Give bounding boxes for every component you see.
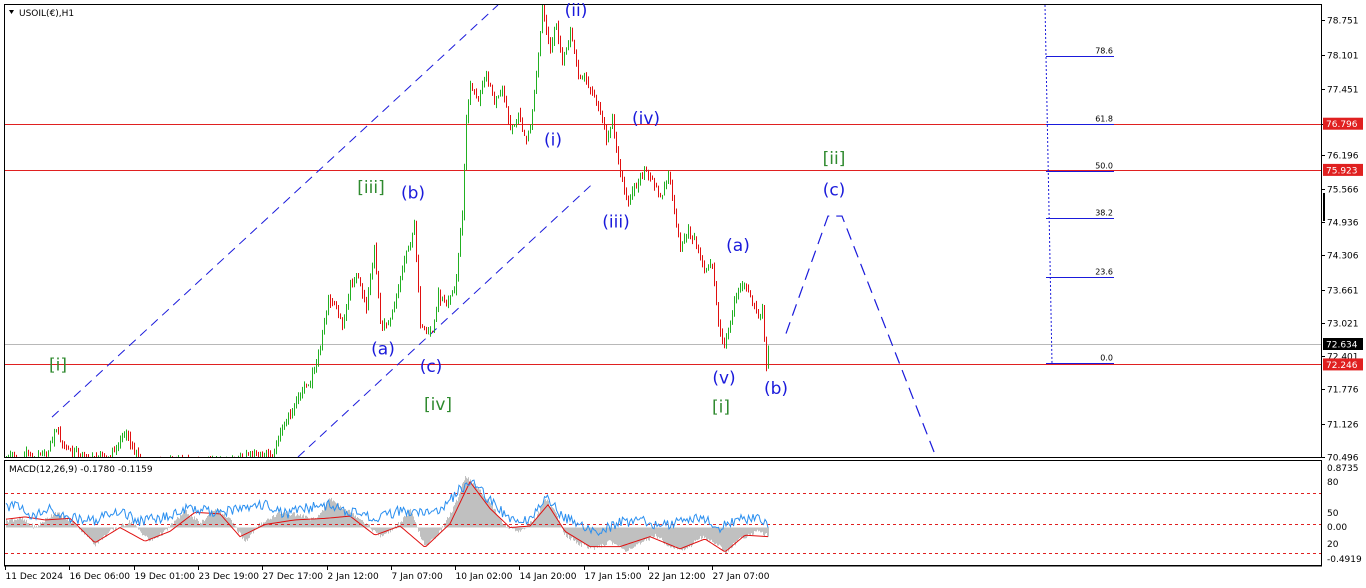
time-tick-label: 10 Jan 02:00 — [456, 572, 513, 582]
macd-line — [5, 479, 769, 536]
wave-label: (c) — [420, 357, 443, 377]
price-tick-label: 71.126 — [1327, 421, 1359, 431]
price-tick-label: 74.936 — [1327, 219, 1359, 229]
macd-tick-label: 80 — [1327, 478, 1339, 488]
chart-frame: USOIL(€),H1 MACD(12,26,9) -0.1780 -0.115… — [4, 1, 1363, 582]
current-price-label: 72.634 — [1326, 341, 1358, 351]
price-tick-label: 73.021 — [1327, 320, 1359, 330]
menu-triangle-icon[interactable] — [9, 10, 14, 14]
price-tick-label: 70.496 — [1327, 454, 1359, 464]
macd-tick-label: -0.4919 — [1327, 555, 1362, 565]
time-tick-label: 22 Jan 12:00 — [649, 572, 706, 582]
time-tick-label: 7 Jan 07:00 — [392, 572, 444, 582]
price-axis: 78.751 78.101 77.451 76.796 76.196 75.566 74.9… — [1321, 17, 1363, 464]
price-tick-label: 75.566 — [1327, 186, 1359, 196]
price-tick-label: 74.306 — [1327, 252, 1359, 262]
channel-line — [51, 4, 499, 418]
fib-label: 78.6 — [1095, 47, 1113, 56]
fib-label: 0.0 — [1100, 354, 1113, 363]
fibonacci-levels: 78.6 61.8 50.0 38.2 23.6 0.0 — [1044, 4, 1114, 364]
wave-label: (a) — [726, 236, 750, 256]
time-axis: 11 Dec 2024 16 Dec 06:00 19 Dec 01:00 23 De… — [5, 566, 770, 582]
trend-channels — [51, 4, 593, 458]
time-tick-label: 2 Jan 12:00 — [328, 572, 380, 582]
wave-label: (iv) — [632, 109, 660, 129]
scroll-marker[interactable] — [1323, 193, 1325, 221]
wave-label: [i] — [712, 398, 730, 418]
projection-line — [785, 215, 937, 458]
fib-label: 50.0 — [1095, 162, 1113, 171]
macd-title: MACD(12,26,9) -0.1780 -0.1159 — [9, 465, 153, 475]
wave-labels: [i] [iii] (b) (a) (c) [iv] (ii) (i) (iv) (iii) (a)… — [49, 1, 845, 418]
wave-projection — [785, 215, 937, 458]
wave-label: (c) — [823, 181, 846, 201]
macd-axis: 0.8735 80 50 0.00 20 -0.4919 — [1327, 464, 1362, 565]
time-tick-label: 17 Jan 15:00 — [585, 572, 642, 582]
macd-tick-label: 20 — [1327, 540, 1339, 550]
macd-tick-label: 0.00 — [1327, 523, 1347, 533]
price-tick-label: 78.751 — [1327, 17, 1359, 27]
fib-label: 38.2 — [1095, 209, 1113, 218]
price-tick-label: 71.776 — [1327, 386, 1359, 396]
level-price-tag-label: 75.923 — [1326, 166, 1358, 176]
time-tick-label: 27 Dec 17:00 — [263, 572, 324, 582]
price-candles — [6, 5, 769, 457]
wave-label: (iii) — [602, 212, 629, 232]
wave-label: (a) — [371, 339, 395, 359]
signal-line — [5, 480, 769, 552]
time-tick-label: 19 Dec 01:00 — [135, 572, 196, 582]
price-tick-label: 76.196 — [1327, 152, 1359, 162]
wave-label: (ii) — [565, 1, 588, 21]
time-tick-label: 11 Dec 2024 — [6, 572, 64, 582]
level-price-tag-label: 76.796 — [1326, 120, 1358, 130]
wave-label: (v) — [712, 368, 735, 388]
fib-vertical-dotted — [1044, 4, 1053, 364]
macd-tick-label: 50 — [1327, 509, 1339, 519]
time-tick-label: 23 Dec 19:00 — [199, 572, 260, 582]
wave-label: [ii] — [823, 149, 846, 169]
wave-label: [i] — [49, 356, 67, 376]
price-panel-frame — [4, 4, 1322, 458]
fib-label: 61.8 — [1095, 115, 1113, 124]
wave-label: (i) — [544, 130, 562, 150]
level-price-tag-label: 72.246 — [1326, 361, 1358, 371]
wave-label: (b) — [764, 379, 788, 399]
macd-tick-label: 0.8735 — [1327, 464, 1359, 474]
time-tick-label: 27 Jan 07:00 — [713, 572, 770, 582]
price-tick-label: 77.451 — [1327, 86, 1359, 96]
macd-indicator — [5, 476, 1321, 554]
time-tick-label: 16 Dec 06:00 — [70, 572, 131, 582]
horizontal-levels — [5, 124, 1321, 365]
fib-label: 23.6 — [1095, 268, 1113, 277]
wave-label: (b) — [401, 183, 425, 203]
wave-label: [iii] — [357, 178, 384, 198]
price-tick-label: 73.661 — [1327, 287, 1359, 297]
price-tick-label: 78.101 — [1327, 52, 1359, 62]
symbol-title: USOIL(€),H1 — [19, 9, 74, 19]
wave-label: [iv] — [424, 395, 452, 415]
time-tick-label: 14 Jan 20:00 — [520, 572, 577, 582]
